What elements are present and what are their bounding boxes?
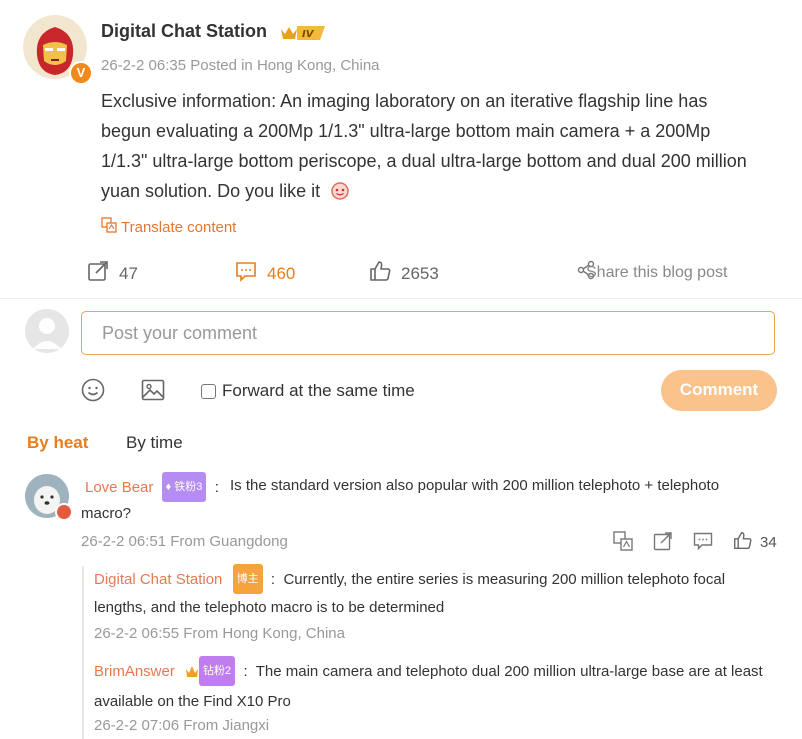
reply-author-name[interactable]: BrimAnswer [94, 663, 175, 680]
reply-meta: 26-2-2 07:06 From Jiangxi [94, 717, 270, 734]
repost-count: 47 [119, 263, 138, 283]
comment-text-block: Is the standard version also popular wit… [81, 472, 741, 528]
forward-label: Forward at the same time [222, 381, 415, 400]
comment-text: Is the standard version also popular wit… [81, 477, 720, 522]
reply-meta: 26-2-2 06:55 From Hong Kong, China [94, 625, 345, 642]
forward-checkbox[interactable]: Forward at the same time [201, 381, 415, 401]
comment-icon [235, 260, 257, 287]
reply-item: Digital Chat Station 博主 : Currently, the… [94, 564, 754, 622]
replies-thread-line [82, 566, 84, 739]
checkbox-icon [201, 383, 216, 399]
crown-icon [185, 660, 199, 688]
repost-icon [87, 260, 109, 287]
comment-like-button[interactable]: 34 [733, 531, 777, 554]
level-badge: IV [279, 23, 327, 48]
post-meta: 26-2-2 06:35 Posted in Hong Kong, China [101, 57, 380, 74]
colon-separator: : [239, 663, 252, 680]
translate-icon [101, 217, 117, 237]
section-divider [0, 298, 802, 299]
verified-badge: V [69, 61, 93, 85]
like-count: 2653 [401, 263, 439, 283]
translate-link[interactable]: Translate content [101, 217, 236, 237]
author-name[interactable]: Digital Chat Station [101, 21, 267, 42]
member-badge-icon [55, 503, 73, 521]
repost-button[interactable]: 47 [87, 260, 138, 287]
comment-like-count: 34 [760, 534, 777, 551]
like-button[interactable]: 2653 [369, 260, 439, 287]
fan-badge: 钻粉2 [199, 656, 236, 686]
comment-input[interactable] [81, 311, 775, 355]
emoji-icon [331, 179, 349, 209]
post-text: Exclusive information: An imaging labora… [101, 91, 747, 201]
share-label: Share this blog post [586, 263, 728, 281]
comment-meta: 26-2-2 06:51 From Guangdong [81, 533, 288, 550]
level-badge-text: IV [302, 29, 315, 40]
translate-comment-icon[interactable] [613, 531, 633, 551]
thumbs-up-icon [369, 260, 391, 287]
emoji-picker-icon[interactable] [81, 378, 105, 407]
share-button[interactable]: Share this blog post [576, 260, 727, 285]
sort-by-heat-tab[interactable]: By heat [27, 433, 88, 453]
author-badge: 博主 [232, 564, 263, 594]
post-body: Exclusive information: An imaging labora… [101, 86, 761, 209]
reply-item: BrimAnswer 钻粉2 : The main camera and tel… [94, 656, 774, 716]
comment-count-button[interactable]: 460 [235, 260, 295, 287]
sort-by-time-tab[interactable]: By time [126, 433, 183, 453]
reply-icon[interactable] [693, 531, 713, 551]
colon-separator: : [266, 571, 280, 588]
repost-comment-icon[interactable] [653, 531, 673, 551]
thumbs-up-icon [733, 531, 752, 554]
translate-label: Translate content [121, 218, 237, 236]
current-user-avatar [25, 309, 69, 353]
reply-author-name[interactable]: Digital Chat Station [94, 571, 222, 588]
comment-submit-button[interactable]: Comment [661, 370, 777, 411]
image-upload-icon[interactable] [141, 378, 165, 407]
comment-count: 460 [267, 263, 296, 283]
